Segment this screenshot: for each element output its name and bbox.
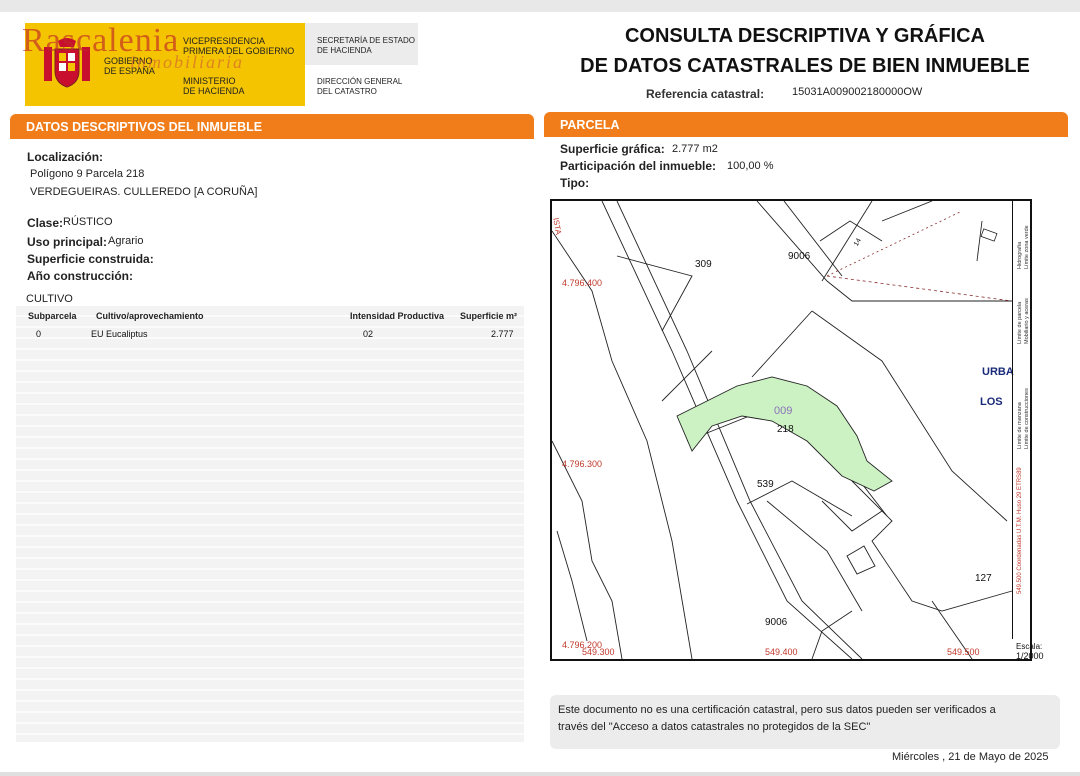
disclaimer-box: Este documento no es una certificación c… xyxy=(550,695,1060,749)
map-y-label-2: 4.796.300 xyxy=(562,459,603,469)
table-header-cultivo: Cultivo/aprovechamiento xyxy=(96,311,204,321)
table-header-intensidad: Intensidad Productiva xyxy=(350,311,445,321)
reference-row: Referencia catastral: 15031A009002180000… xyxy=(646,86,922,101)
superficie-grafica-label: Superficie gráfica: xyxy=(560,142,665,156)
clase-value: RÚSTICO xyxy=(63,216,113,228)
cultivo-title: CULTIVO xyxy=(26,293,73,305)
localizacion-line1: Polígono 9 Parcela 218 xyxy=(30,168,145,180)
map-x-label-3: 549.500 xyxy=(947,647,980,657)
bottom-bar xyxy=(0,772,1080,776)
cadastral-map: ISTA 4.796.400 4.796.300 4.796.200 549.3… xyxy=(550,199,1032,661)
map-structure-marker xyxy=(980,228,998,242)
map-x-label-1: 549.300 xyxy=(582,647,615,657)
escala-value: 1/2000 xyxy=(1016,651,1044,661)
table-cell-subparcela: 0 xyxy=(36,329,42,339)
participacion-label: Participación del inmueble: xyxy=(560,159,717,173)
superficie-grafica-value: 2.777 m2 xyxy=(672,143,718,155)
cultivo-table xyxy=(16,306,524,742)
watermark-subtext: inmobiliaria xyxy=(130,52,245,72)
parcela-section-header: PARCELA xyxy=(544,112,1068,136)
participacion-value: 100,00 % xyxy=(727,160,774,172)
map-dashed-boundary xyxy=(826,275,1013,302)
parcel-label-539: 539 xyxy=(757,479,774,490)
escala-label: Escala: xyxy=(1016,642,1043,651)
table-cell-intensidad: 02 xyxy=(363,329,374,339)
legend-hidrografia: Hidrografía xyxy=(1017,241,1023,269)
descriptive-section-line xyxy=(10,137,534,139)
disclaimer-text: Este documento no es una certificación c… xyxy=(558,702,1048,736)
disclaimer-line2: través del "Acceso a datos catastrales n… xyxy=(558,721,871,733)
page-title-line2: DE DATOS CATASTRALES DE BIEN INMUEBLE xyxy=(580,55,1030,77)
legend-parcela: Límite de parcela xyxy=(1017,301,1023,344)
tipo-label: Tipo: xyxy=(560,176,590,190)
table-cell-superficie: 2.777 xyxy=(491,329,514,339)
legend-construcciones: Límite de construcciones xyxy=(1024,388,1030,449)
table-header-subparcela: Subparcela xyxy=(28,311,77,321)
urba-label: URBA xyxy=(982,366,1014,378)
top-bar xyxy=(0,0,1080,12)
localizacion-label: Localización: xyxy=(27,150,104,164)
descriptive-section-header: DATOS DESCRIPTIVOS DEL INMUEBLE xyxy=(10,114,534,138)
legend-mobiliario: Mobiliario y aceras xyxy=(1024,298,1030,344)
superficie-construida-label: Superficie construida: xyxy=(27,252,154,266)
parcel-label-9006-top: 9006 xyxy=(788,251,811,262)
legend-manzana: Límite de manzana xyxy=(1017,402,1023,449)
parcel-label-309: 309 xyxy=(695,259,712,270)
parcela-section-line xyxy=(544,135,1068,137)
ministry-text: Ministerio de Hacienda xyxy=(183,76,245,96)
uso-label: Uso principal: xyxy=(27,235,108,249)
table-cell-cultivo: EU Eucaliptus xyxy=(91,329,148,339)
parcel-label-218: 218 xyxy=(777,424,794,435)
uso-value: Agrario xyxy=(108,235,144,247)
los-label: LOS xyxy=(980,396,1003,408)
map-y-label-1: 4.796.400 xyxy=(562,278,603,288)
document-date: Miércoles , 21 de Mayo de 2025 xyxy=(892,751,1049,763)
parcel-label-009: 009 xyxy=(774,405,793,417)
table-header-superficie: Superficie m² xyxy=(460,311,518,321)
reference-value: 15031A009002180000OW xyxy=(792,86,923,98)
reference-label: Referencia catastral: xyxy=(646,87,765,101)
parcel-label-127: 127 xyxy=(975,573,992,584)
map-x-label-2: 549.400 xyxy=(765,647,798,657)
catastro-text: Dirección General del Catastro xyxy=(317,77,403,96)
page-title-line1: CONSULTA DESCRIPTIVA Y GRÁFICA xyxy=(624,25,986,47)
anio-construccion-label: Año construcción: xyxy=(27,269,134,283)
disclaimer-line1: Este documento no es una certificación c… xyxy=(558,704,996,716)
clase-label: Clase: xyxy=(27,216,64,230)
parcel-label-9006-bottom: 9006 xyxy=(765,617,788,628)
secretaria-text: Secretaría de Estado de Hacienda xyxy=(317,36,415,55)
map-legend: 549.500 Coordenadas U.T.M. Huso 29 ETRS8… xyxy=(1012,199,1033,639)
localizacion-line2: VERDEGUEIRAS. CULLEREDO [A CORUÑA] xyxy=(30,186,258,198)
legend-zona-verde: Límite zona verde xyxy=(1024,225,1030,269)
